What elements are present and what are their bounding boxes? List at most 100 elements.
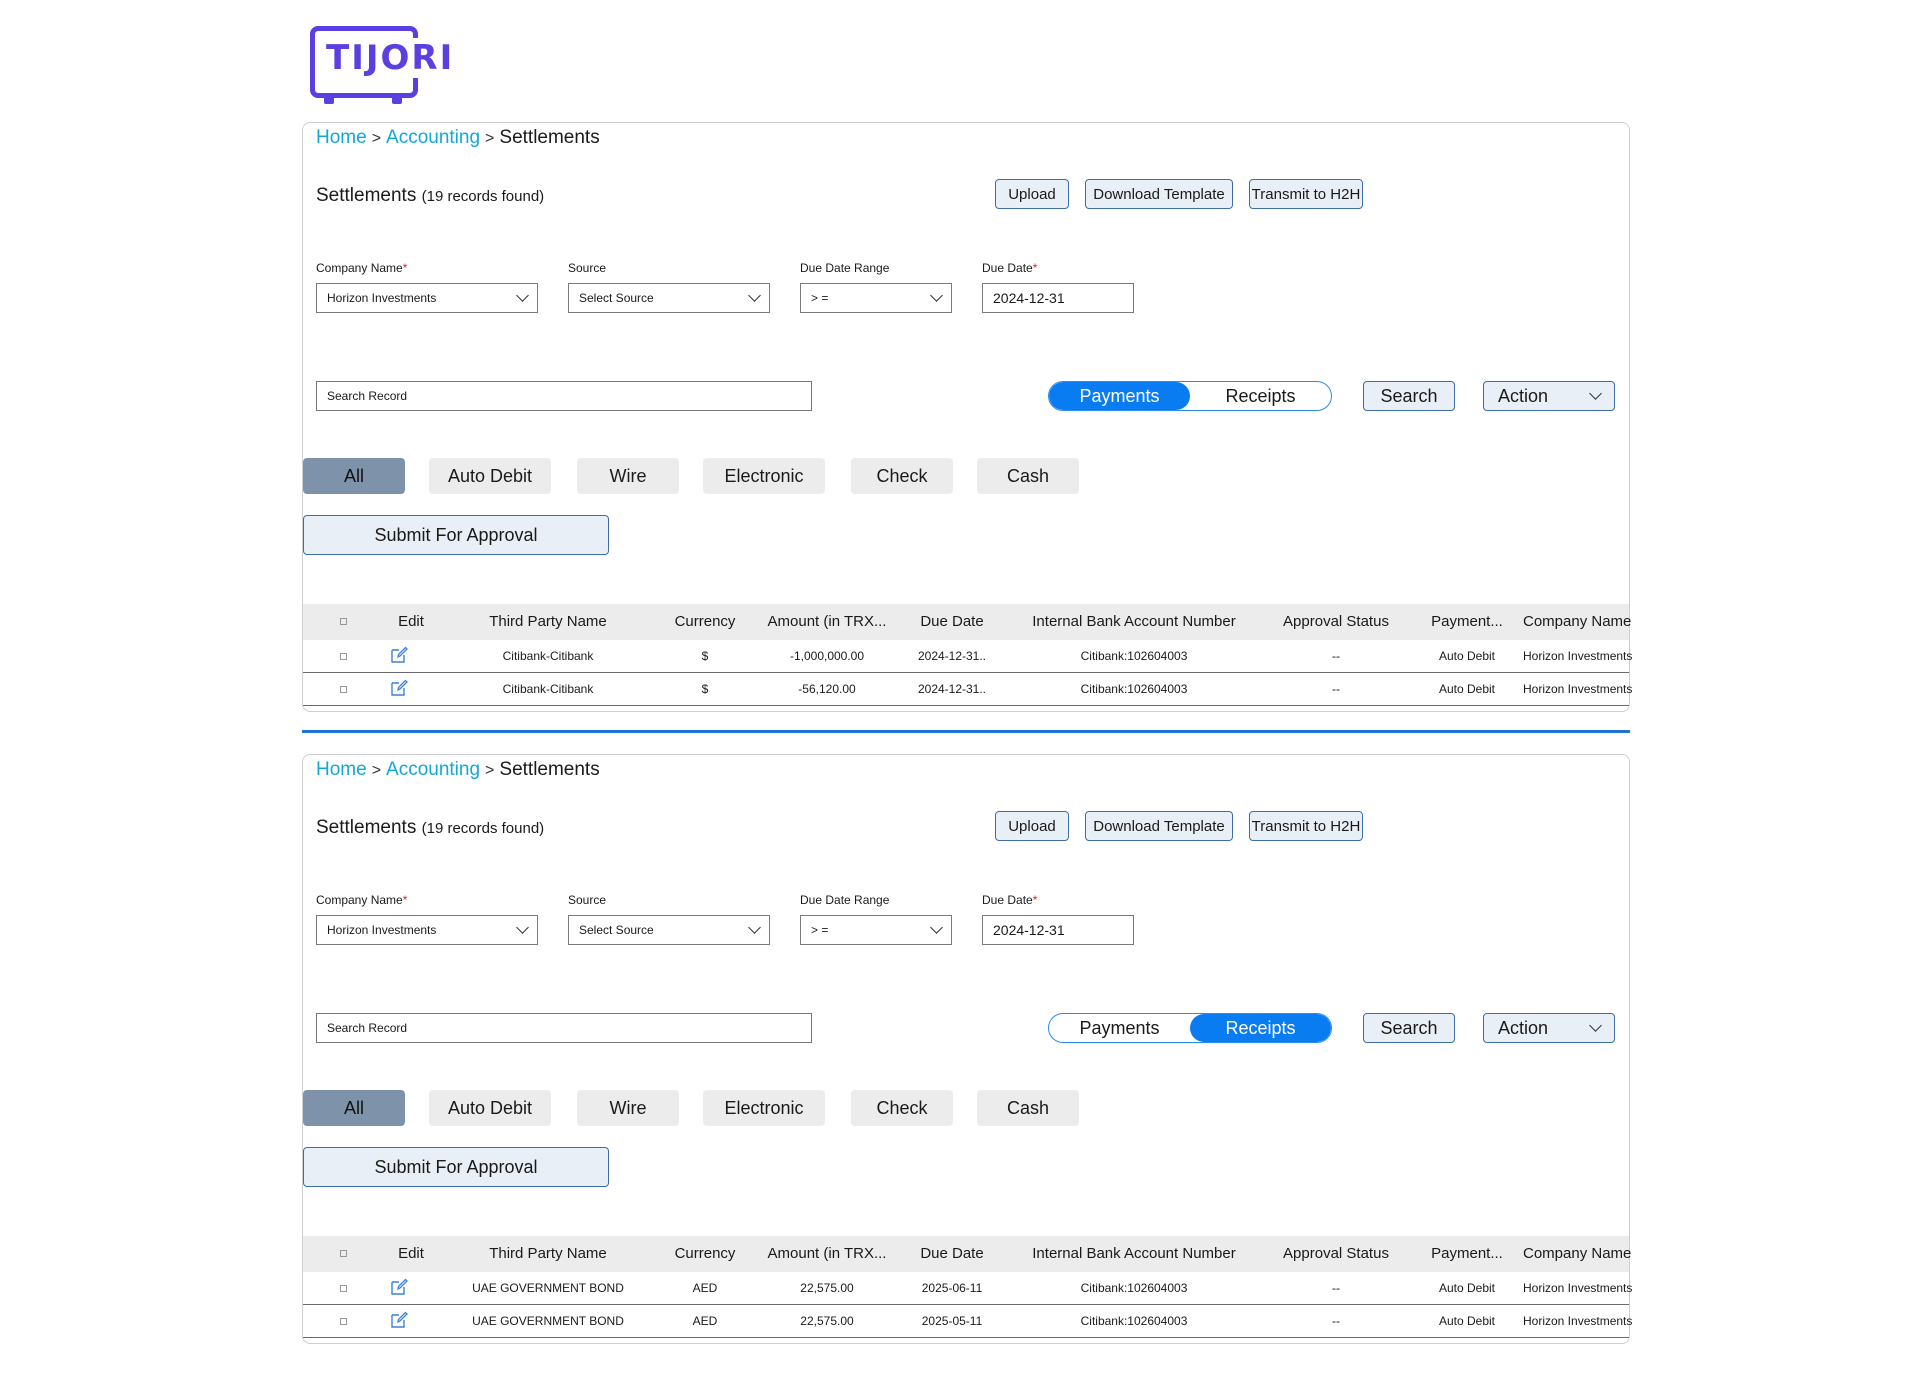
column-header-edit[interactable]: Edit bbox=[381, 1236, 441, 1272]
search-button[interactable]: Search bbox=[1363, 1013, 1455, 1043]
column-header-amount[interactable]: Amount (in TRX... bbox=[757, 1236, 897, 1272]
submit-for-approval-button[interactable]: Submit For Approval bbox=[303, 1147, 609, 1187]
select-all-checkbox[interactable] bbox=[340, 618, 347, 625]
column-header-company-name[interactable]: Company Name bbox=[1523, 1236, 1631, 1272]
breadcrumb-home-link[interactable]: Home bbox=[316, 127, 367, 148]
cell-company-name: Horizon Investments bbox=[1523, 1281, 1633, 1295]
due-date-range-value: > = bbox=[811, 291, 829, 305]
submit-for-approval-button[interactable]: Submit For Approval bbox=[303, 515, 609, 555]
upload-button[interactable]: Upload bbox=[995, 179, 1069, 209]
select-all-checkbox[interactable] bbox=[340, 1250, 347, 1257]
breadcrumb-accounting-link[interactable]: Accounting bbox=[386, 127, 480, 148]
source-label: Source bbox=[568, 261, 607, 275]
filter-cash[interactable]: Cash bbox=[977, 458, 1079, 494]
column-header-amount[interactable]: Amount (in TRX... bbox=[757, 604, 897, 640]
column-header-due-date[interactable]: Due Date bbox=[897, 604, 1007, 640]
search-record-input[interactable]: Search Record bbox=[316, 381, 812, 411]
search-button[interactable]: Search bbox=[1363, 381, 1455, 411]
cell-payment: Auto Debit bbox=[1438, 1281, 1496, 1295]
transmit-h2h-button[interactable]: Transmit to H2H bbox=[1249, 179, 1363, 209]
row-checkbox[interactable] bbox=[340, 1285, 347, 1292]
upload-button[interactable]: Upload bbox=[995, 811, 1069, 841]
column-header-approval-status[interactable]: Approval Status bbox=[1261, 604, 1411, 640]
cell-due-date: 2024-12-31.. bbox=[917, 682, 987, 696]
column-header-currency[interactable]: Currency bbox=[653, 604, 757, 640]
company-name-select[interactable]: Horizon Investments bbox=[316, 283, 538, 313]
breadcrumb-home-link[interactable]: Home bbox=[316, 759, 367, 780]
filter-all[interactable]: All bbox=[303, 458, 405, 494]
table-row[interactable]: UAE GOVERNMENT BOND AED 22,575.00 2025-0… bbox=[303, 1272, 1633, 1305]
company-name-select[interactable]: Horizon Investments bbox=[316, 915, 538, 945]
required-asterisk: * bbox=[402, 893, 408, 907]
column-header-third-party-name[interactable]: Third Party Name bbox=[443, 604, 653, 640]
edit-icon[interactable] bbox=[389, 1277, 409, 1297]
table-row[interactable]: Citibank-Citibank $ -1,000,000.00 2024-1… bbox=[303, 640, 1632, 673]
filter-all[interactable]: All bbox=[303, 1090, 405, 1126]
download-template-button[interactable]: Download Template bbox=[1085, 811, 1233, 841]
filter-electronic[interactable]: Electronic bbox=[703, 1090, 825, 1126]
edit-icon[interactable] bbox=[389, 645, 409, 665]
cell-approval-status: -- bbox=[1332, 1281, 1340, 1295]
action-dropdown-button[interactable]: Action bbox=[1483, 381, 1615, 411]
filter-electronic[interactable]: Electronic bbox=[703, 458, 825, 494]
records-count: (19 records found) bbox=[421, 188, 545, 205]
column-header-payment[interactable]: Payment... bbox=[1411, 604, 1523, 640]
column-header-internal-bank-account-number[interactable]: Internal Bank Account Number bbox=[1007, 1236, 1261, 1272]
filter-wire[interactable]: Wire bbox=[577, 458, 679, 494]
column-header-edit[interactable]: Edit bbox=[381, 604, 441, 640]
chevron-down-icon bbox=[516, 289, 529, 302]
source-select[interactable]: Select Source bbox=[568, 283, 770, 313]
records-count: (19 records found) bbox=[421, 820, 545, 837]
row-checkbox[interactable] bbox=[340, 653, 347, 660]
company-name-label: Company Name* bbox=[316, 893, 407, 907]
filter-check[interactable]: Check bbox=[851, 1090, 953, 1126]
payments-receipts-toggle[interactable]: Payments Receipts bbox=[1048, 381, 1332, 411]
edit-icon[interactable] bbox=[389, 1310, 409, 1330]
due-date-input[interactable]: 2024-12-31 bbox=[982, 283, 1134, 313]
payments-toggle-option[interactable]: Payments bbox=[1049, 1014, 1190, 1042]
column-header-approval-status[interactable]: Approval Status bbox=[1261, 1236, 1411, 1272]
transmit-h2h-button[interactable]: Transmit to H2H bbox=[1249, 811, 1363, 841]
chevron-down-icon bbox=[930, 289, 943, 302]
edit-icon[interactable] bbox=[389, 678, 409, 698]
table-row[interactable]: Citibank-Citibank $ -56,120.00 2024-12-3… bbox=[303, 673, 1632, 706]
filter-wire[interactable]: Wire bbox=[577, 1090, 679, 1126]
row-checkbox[interactable] bbox=[340, 1318, 347, 1325]
source-label: Source bbox=[568, 893, 607, 907]
filter-check[interactable]: Check bbox=[851, 458, 953, 494]
column-header-company-name[interactable]: Company Name bbox=[1523, 604, 1631, 640]
column-header-currency[interactable]: Currency bbox=[653, 1236, 757, 1272]
breadcrumb-accounting-link[interactable]: Accounting bbox=[386, 759, 480, 780]
cell-third-party-name: Citibank-Citibank bbox=[502, 682, 594, 696]
filter-cash[interactable]: Cash bbox=[977, 1090, 1079, 1126]
column-header-due-date[interactable]: Due Date bbox=[897, 1236, 1007, 1272]
action-dropdown-button[interactable]: Action bbox=[1483, 1013, 1615, 1043]
download-template-button[interactable]: Download Template bbox=[1085, 179, 1233, 209]
cell-amount: -56,120.00 bbox=[798, 682, 856, 696]
receipts-toggle-option[interactable]: Receipts bbox=[1190, 1014, 1331, 1042]
filter-auto-debit[interactable]: Auto Debit bbox=[429, 458, 551, 494]
search-record-input[interactable]: Search Record bbox=[316, 1013, 812, 1043]
receipts-toggle-option[interactable]: Receipts bbox=[1190, 382, 1331, 410]
company-name-value: Horizon Investments bbox=[327, 923, 437, 937]
due-date-range-label: Due Date Range bbox=[800, 261, 890, 275]
column-header-third-party-name[interactable]: Third Party Name bbox=[443, 1236, 653, 1272]
payments-receipts-toggle[interactable]: Payments Receipts bbox=[1048, 1013, 1332, 1043]
due-date-input[interactable]: 2024-12-31 bbox=[982, 915, 1134, 945]
due-date-range-select[interactable]: > = bbox=[800, 283, 952, 313]
cell-amount: 22,575.00 bbox=[800, 1281, 854, 1295]
tijori-logo[interactable]: TIJORI bbox=[308, 24, 459, 104]
payments-toggle-option[interactable]: Payments bbox=[1049, 382, 1190, 410]
filter-auto-debit[interactable]: Auto Debit bbox=[429, 1090, 551, 1126]
due-date-range-select[interactable]: > = bbox=[800, 915, 952, 945]
row-checkbox[interactable] bbox=[340, 686, 347, 693]
cell-due-date: 2025-06-11 bbox=[921, 1281, 983, 1295]
source-select[interactable]: Select Source bbox=[568, 915, 770, 945]
chevron-down-icon bbox=[930, 921, 943, 934]
breadcrumb-separator: > bbox=[485, 130, 495, 147]
chevron-down-icon bbox=[1589, 387, 1602, 400]
table-row[interactable]: UAE GOVERNMENT BOND AED 22,575.00 2025-0… bbox=[303, 1305, 1632, 1338]
column-header-payment[interactable]: Payment... bbox=[1411, 1236, 1523, 1272]
breadcrumb-current: Settlements bbox=[499, 127, 600, 148]
column-header-internal-bank-account-number[interactable]: Internal Bank Account Number bbox=[1007, 604, 1261, 640]
